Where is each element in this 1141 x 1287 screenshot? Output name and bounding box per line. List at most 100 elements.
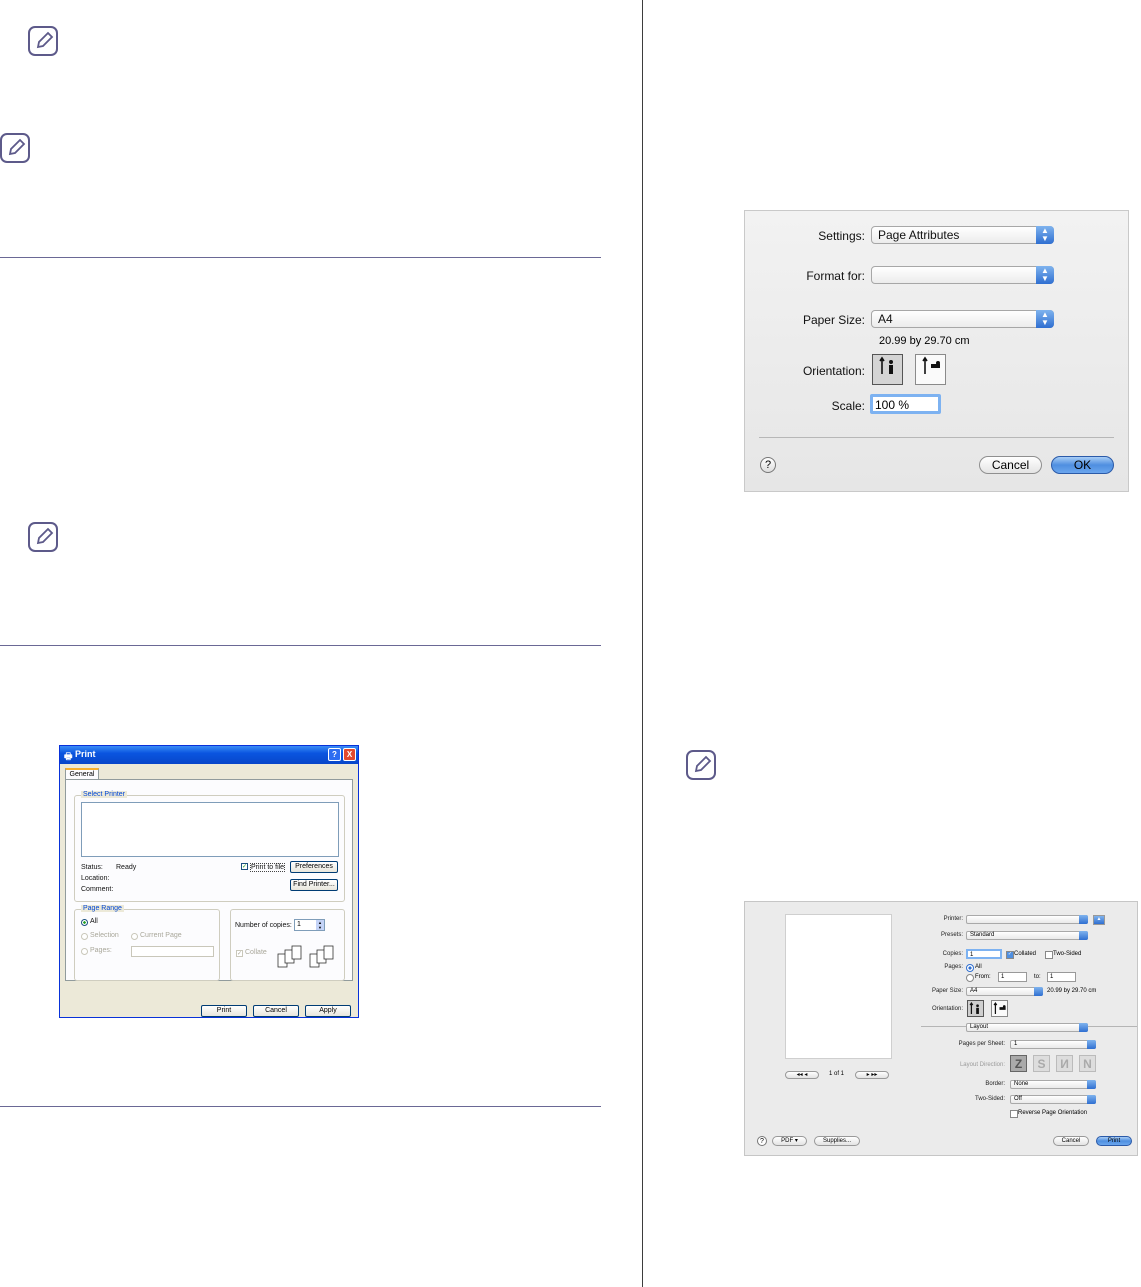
supplies-label: Supplies... (822, 1138, 852, 1144)
print-to-file-label: Print to file (250, 863, 286, 872)
selection-radio[interactable] (81, 933, 88, 940)
portrait-person-icon (878, 356, 893, 374)
border-label: Border: (985, 1081, 1005, 1087)
from-label: From: (975, 974, 991, 980)
printer-list[interactable] (81, 802, 339, 857)
scale-input[interactable]: 100 % (870, 394, 941, 414)
cancel-button[interactable]: Cancel (1053, 1136, 1089, 1146)
print-button[interactable]: Print (1096, 1136, 1132, 1146)
pages-input[interactable] (131, 946, 214, 957)
tab-panel: Select Printer Status: Ready Location: C… (65, 779, 353, 981)
two-sided-value: Off (1014, 1096, 1022, 1102)
two-sided-checkbox[interactable] (1045, 951, 1053, 959)
print-to-file-checkbox[interactable]: ✓ (241, 863, 248, 870)
preview-next-button[interactable]: ▸ ▸▸ (855, 1071, 889, 1079)
print-button[interactable]: Print (201, 1005, 247, 1017)
layout-z-icon[interactable]: Z (1010, 1055, 1027, 1072)
paper-dimensions: 20.99 by 29.70 cm (879, 335, 970, 347)
paper-size-popup[interactable]: A4 (966, 987, 1043, 996)
presets-popup[interactable]: Standard (966, 931, 1088, 940)
collated-checkbox[interactable]: ✓ (1006, 951, 1014, 959)
current-page-radio[interactable] (131, 933, 138, 940)
to-value: 1 (1050, 974, 1054, 980)
comment-label: Comment: (81, 886, 114, 893)
collate-checkbox[interactable]: ✓ (236, 950, 243, 957)
printer-popup[interactable] (966, 915, 1088, 924)
orientation-label: Orientation: (931, 1006, 963, 1012)
help-button[interactable]: ? (328, 748, 341, 761)
landscape-orientation-button[interactable] (915, 354, 946, 385)
note-icon (0, 133, 30, 163)
help-icon: ? (760, 1138, 764, 1145)
tab-general-label: General (69, 771, 95, 778)
print-label: Print (216, 1007, 232, 1014)
popup-arrows-icon: ▲ ▼ (1036, 226, 1054, 244)
from-radio[interactable] (966, 974, 974, 982)
presets-value: Standard (970, 932, 995, 938)
popup-arrows-icon: ▲ ▼ (1036, 310, 1054, 328)
printer-icon: 🖶 (64, 751, 73, 761)
all-radio[interactable] (81, 919, 88, 926)
cancel-label: Cancel (265, 1007, 287, 1014)
paper-size-label: Paper Size: (802, 313, 865, 327)
selection-label: Selection (90, 932, 119, 939)
section-popup[interactable]: Layout (966, 1023, 1088, 1032)
popup-arrows-icon (1087, 1080, 1096, 1089)
layout-direction-label: Layout Direction: (959, 1062, 1005, 1068)
page-range-group: Page Range All Selection Current Page Pa… (74, 905, 220, 981)
help-button[interactable]: ? (757, 1136, 767, 1146)
supplies-button[interactable]: Supplies... (814, 1136, 860, 1146)
border-popup[interactable]: None (1010, 1080, 1096, 1089)
ok-button[interactable]: OK (1051, 456, 1114, 474)
collate-pages-icon (277, 945, 334, 968)
popup-arrows-icon (1079, 931, 1088, 940)
popup-arrows-icon (1079, 1023, 1088, 1032)
note-icon (28, 522, 58, 552)
settings-popup[interactable]: Page Attributes ▲ ▼ (871, 226, 1054, 244)
layout-reverse-n-icon[interactable]: И (1056, 1055, 1073, 1072)
section-value: Layout (970, 1024, 989, 1030)
disclosure-button[interactable]: ▲ (1093, 915, 1105, 925)
popup-arrows-icon (1087, 1040, 1096, 1049)
landscape-person-icon (993, 1001, 1006, 1014)
format-for-popup[interactable]: ▲ ▼ (871, 266, 1054, 284)
all-pages-radio[interactable] (966, 964, 974, 972)
close-button[interactable]: X (343, 748, 356, 761)
copies-input[interactable]: 1 (966, 949, 1002, 959)
help-icon: ? (764, 459, 772, 471)
pages-label: Pages: (90, 947, 112, 954)
status-label: Status: (81, 864, 103, 871)
copies-value: 1 (297, 921, 301, 928)
collate-label: Collate (245, 949, 267, 956)
settings-label: Settings: (818, 229, 865, 243)
page-setup-dialog: Settings: Page Attributes ▲ ▼ Format for:… (744, 210, 1129, 492)
portrait-orientation-button[interactable] (967, 1000, 984, 1017)
to-input[interactable]: 1 (1047, 972, 1076, 982)
column-divider (642, 0, 643, 1287)
status-value: Ready (116, 864, 137, 871)
pdf-button[interactable]: PDF ▾ (772, 1136, 807, 1146)
from-input[interactable]: 1 (998, 972, 1027, 982)
find-printer-button[interactable]: Find Printer... (290, 879, 338, 891)
preferences-label: Preferences (295, 863, 333, 870)
section-divider (0, 645, 601, 646)
two-sided-popup[interactable]: Off (1010, 1095, 1096, 1104)
copies-spinner-icon[interactable]: ▲ ▼ (316, 920, 324, 930)
pages-radio[interactable] (81, 948, 88, 955)
apply-button[interactable]: Apply (305, 1005, 351, 1017)
preferences-button[interactable]: Preferences (290, 861, 338, 873)
note-icon (28, 26, 58, 56)
reverse-orientation-checkbox[interactable] (1010, 1110, 1018, 1118)
portrait-orientation-button[interactable] (872, 354, 903, 385)
tab-general[interactable]: General (65, 768, 99, 779)
landscape-orientation-button[interactable] (991, 1000, 1008, 1017)
cancel-button[interactable]: Cancel (253, 1005, 299, 1017)
cancel-button[interactable]: Cancel (979, 456, 1042, 474)
layout-n-icon[interactable]: N (1079, 1055, 1096, 1072)
paper-size-popup[interactable]: A4 ▲ ▼ (871, 310, 1054, 328)
layout-s-icon[interactable]: S (1033, 1055, 1050, 1072)
pages-per-sheet-popup[interactable]: 1 (1010, 1040, 1096, 1049)
reverse-orientation-label: Reverse Page Orientation (1018, 1110, 1088, 1116)
preview-prev-button[interactable]: ◂◂ ◂ (785, 1071, 819, 1079)
help-button[interactable]: ? (760, 457, 776, 473)
